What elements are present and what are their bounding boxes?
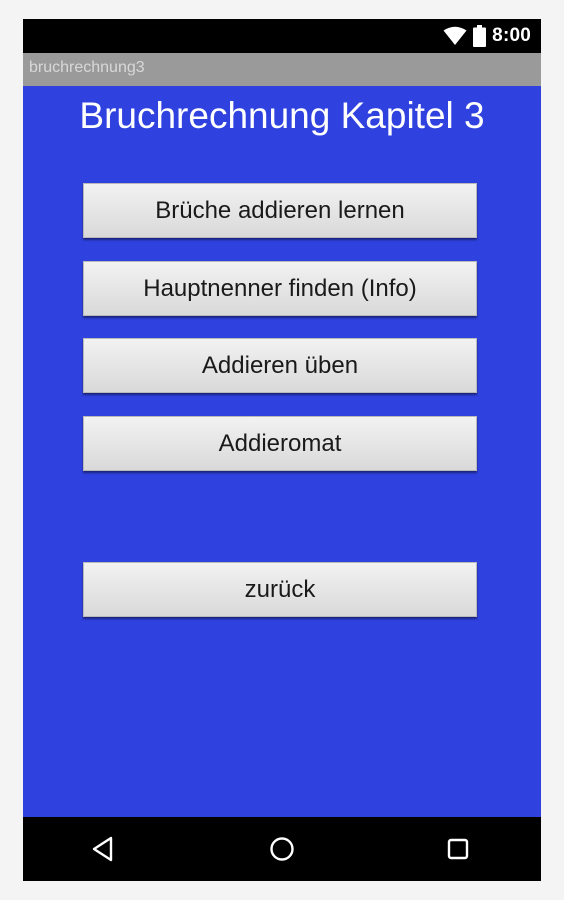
button-label: Hauptnenner finden (Info) — [143, 274, 417, 302]
button-label: Addieren üben — [201, 351, 359, 379]
common-denominator-info-button[interactable]: Hauptnenner finden (Info) — [83, 261, 477, 316]
addieromat-button[interactable]: Addieromat — [83, 416, 477, 471]
status-bar: 8:00 — [23, 19, 541, 53]
status-icons: 8:00 — [443, 25, 531, 47]
wifi-icon — [443, 26, 467, 45]
nav-back-button[interactable] — [87, 833, 119, 865]
clock: 8:00 — [492, 25, 531, 46]
practice-adding-button[interactable]: Addieren üben — [83, 338, 477, 393]
back-icon — [92, 836, 113, 862]
home-icon — [270, 837, 294, 861]
button-label: Brüche addieren lernen — [155, 196, 405, 224]
button-label: Addieromat — [218, 429, 342, 457]
navigation-bar — [23, 817, 541, 881]
app-title: bruchrechnung3 — [29, 59, 145, 76]
learn-adding-fractions-button[interactable]: Brüche addieren lernen — [83, 183, 477, 238]
main-content: Bruchrechnung Kapitel 3 Brüche addieren … — [23, 86, 541, 817]
app-title-bar: bruchrechnung3 — [23, 53, 541, 86]
page-title: Bruchrechnung Kapitel 3 — [79, 95, 485, 136]
button-label: zurück — [244, 575, 316, 603]
nav-home-button[interactable] — [266, 833, 298, 865]
battery-icon — [473, 25, 487, 47]
recents-icon — [447, 838, 469, 860]
phone-screen: 8:00 bruchrechnung3 Bruchrechnung Kapite… — [23, 19, 541, 881]
nav-recents-button[interactable] — [442, 833, 474, 865]
back-button[interactable]: zurück — [83, 562, 477, 617]
